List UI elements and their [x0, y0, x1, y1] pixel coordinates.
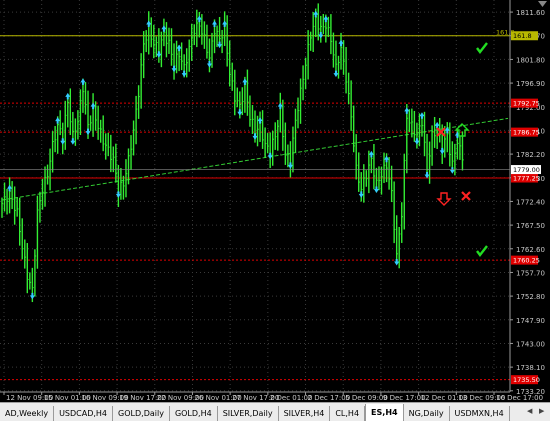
tab-silver-daily[interactable]: SILVER,Daily — [218, 406, 279, 421]
check-signal-icon — [476, 42, 488, 54]
fractal-up-marker — [434, 121, 440, 129]
fractal-down-marker — [449, 167, 455, 174]
symbol-tab-bar: AD,Weekly USDCAD,H4 GOLD,Daily GOLD,H4 SILVE… — [0, 402, 550, 421]
fractal-up-marker — [222, 20, 228, 27]
fractal-markers — [7, 10, 460, 300]
tab-scroll-left-icon[interactable]: ◀ — [527, 407, 532, 415]
y-tick-label: 1811.60 — [516, 9, 545, 17]
tab-ad-weekly[interactable]: AD,Weekly — [0, 406, 55, 421]
chart-shift-icon[interactable] — [538, 1, 547, 8]
tab-usdmxn-h4[interactable]: USDMXN,H4 — [450, 406, 510, 421]
fractal-down-marker — [85, 128, 91, 136]
y-tick-label: 1762.60 — [516, 246, 545, 254]
tab-gold-daily[interactable]: GOLD,Daily — [113, 406, 170, 421]
tab-scroll-right-icon[interactable]: ▶ — [539, 407, 544, 415]
x-tick-label: 16 Dec 17:00 — [496, 394, 543, 402]
tab-ng-daily[interactable]: NG,Daily — [404, 406, 450, 421]
level-price-tag-label: 1786.75 — [513, 129, 540, 137]
tab-usdcad-h4[interactable]: USDCAD,H4 — [54, 406, 114, 421]
fractal-down-marker — [60, 138, 66, 145]
fractal-up-marker — [368, 150, 374, 158]
tab-es-h4[interactable]: ES,H4 — [365, 404, 404, 421]
fractal-up-marker — [146, 20, 152, 27]
fractal-up-marker — [55, 117, 61, 124]
fractal-down-marker — [70, 138, 76, 145]
y-tick-label: 1772.40 — [516, 198, 545, 206]
fractal-up-marker — [384, 155, 390, 163]
fractal-up-marker — [196, 15, 202, 23]
level-price-tag-label: 1760.25 — [513, 257, 540, 265]
fractal-down-marker — [373, 186, 379, 194]
y-tick-label: 1782.20 — [516, 151, 545, 159]
current-price-tag-label: 1779.00 — [513, 166, 540, 174]
fractal-down-marker — [156, 51, 162, 58]
fractal-down-marker — [29, 292, 35, 300]
y-tick-label: 1743.00 — [516, 340, 545, 348]
level-price-tag-label: 1777.25 — [513, 175, 540, 183]
fractal-up-marker — [404, 107, 410, 114]
level-price-tag-label: 161.8 — [513, 32, 532, 40]
fractal-down-marker — [237, 109, 243, 116]
fractal-down-marker — [217, 41, 223, 49]
x-tick-label: 2 Dec 17:00 — [308, 394, 351, 402]
tab-cl-h4[interactable]: CL,H4 — [330, 406, 366, 421]
x-tick-label: 2 Dec 01:00 — [270, 394, 313, 402]
fractal-down-marker — [181, 70, 187, 78]
price-bars — [1, 3, 464, 303]
fractal-up-marker — [242, 78, 248, 85]
fractal-down-marker — [358, 191, 364, 198]
fractal-down-marker — [287, 162, 293, 169]
x-tick-label: 5 Dec 09:00 — [345, 394, 388, 402]
fractal-down-marker — [252, 133, 258, 140]
fractal-up-marker — [212, 20, 218, 27]
chart-area[interactable]: 161.8 1811.601806.701801.801796.901792.0… — [0, 0, 550, 402]
y-tick-label: 1796.90 — [516, 80, 545, 88]
level-price-tag-label: 1735.50 — [513, 376, 540, 384]
fractal-up-marker — [257, 117, 263, 124]
y-tick-label: 1801.80 — [516, 56, 545, 64]
fractal-up-marker — [176, 44, 182, 52]
fractal-up-marker — [65, 92, 71, 100]
price-tags: 161.81792.751786.751777.251760.251735.50… — [0, 31, 541, 385]
cross-signal-icon — [461, 191, 471, 201]
y-tick-label: 1752.80 — [516, 293, 545, 301]
time-axis: 12 Nov 09:0015 Nov 01:0016 Nov 09:0019 N… — [0, 391, 543, 402]
fractal-up-marker — [7, 184, 13, 192]
fractal-down-marker — [171, 65, 177, 73]
fractal-up-marker — [419, 112, 425, 119]
y-tick-label: 1738.10 — [516, 364, 545, 372]
fractal-down-marker — [439, 147, 445, 155]
fractal-up-marker — [323, 15, 329, 23]
check-signal-icon — [476, 245, 488, 257]
x-tick-label: 9 Dec 17:00 — [383, 394, 426, 402]
tab-gold-h4[interactable]: GOLD,H4 — [170, 406, 218, 421]
horizontal-levels: 161.8 — [0, 29, 515, 381]
down-arrow-signal-icon — [436, 192, 452, 206]
y-tick-label: 1767.50 — [516, 222, 545, 230]
fractal-up-marker — [80, 78, 86, 85]
y-tick-label: 1747.90 — [516, 317, 545, 325]
price-chart[interactable]: 161.8 1811.601806.701801.801796.901792.0… — [0, 0, 550, 402]
y-tick-label: 1757.70 — [516, 269, 545, 277]
fractal-up-marker — [161, 25, 167, 32]
level-price-tag-label: 1792.75 — [513, 100, 540, 108]
fractal-down-marker — [394, 259, 400, 266]
fractal-down-marker — [206, 60, 212, 68]
fractal-up-marker — [90, 102, 96, 110]
grid — [0, 0, 510, 392]
fractal-down-marker — [414, 138, 420, 145]
price-axis: 1811.601806.701801.801796.901792.001787.… — [509, 0, 545, 396]
fractal-up-marker — [313, 10, 319, 18]
fractal-down-marker — [318, 31, 324, 39]
fractal-down-marker — [333, 70, 339, 78]
fractal-up-marker — [277, 102, 283, 110]
tab-silver-h4[interactable]: SILVER,H4 — [279, 406, 331, 421]
